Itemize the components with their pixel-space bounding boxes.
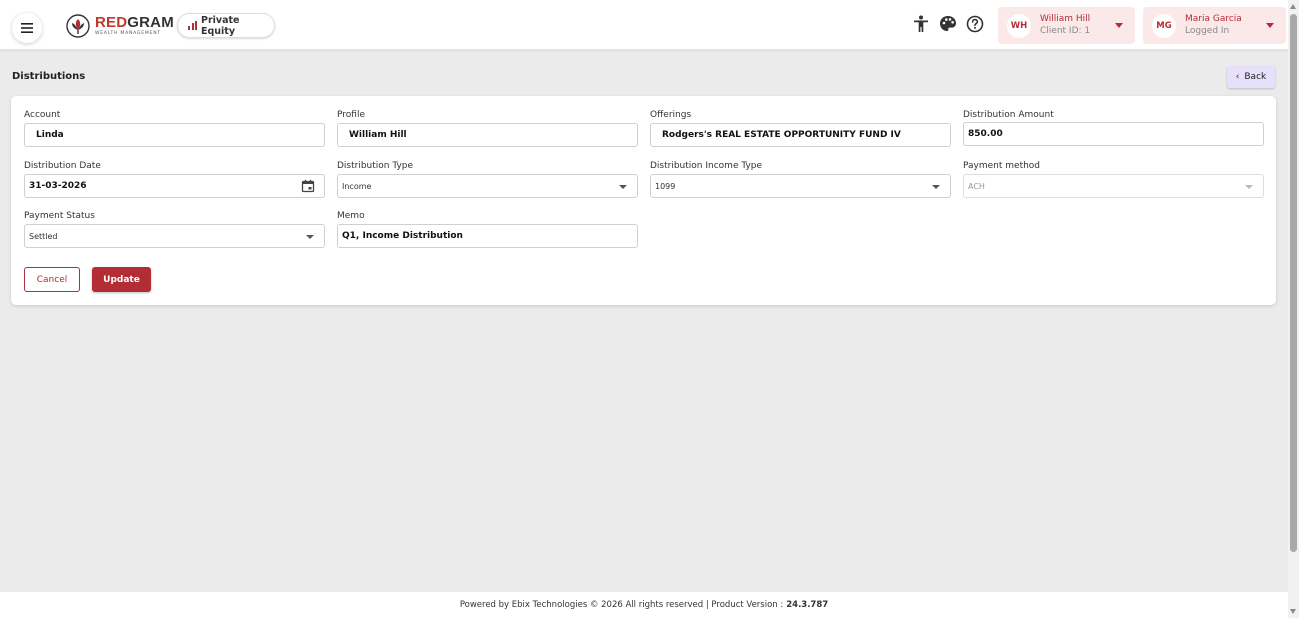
product-version: 24.3.787 bbox=[786, 600, 829, 610]
payment-method-value: ACH bbox=[968, 181, 985, 191]
payment-status-value: Settled bbox=[29, 231, 58, 241]
brand-tagline: WEALTH MANAGEMENT bbox=[95, 31, 161, 37]
user-profile-menu[interactable]: MG Maria Garcia Logged In bbox=[1143, 7, 1286, 44]
caret-down-icon bbox=[1115, 23, 1123, 28]
footer-text: Powered by Ebix Technologies © 2026 All … bbox=[459, 600, 784, 610]
payment-status-select[interactable]: Settled bbox=[24, 224, 325, 248]
client-id: Client ID: 1 bbox=[1040, 25, 1091, 36]
scroll-down-icon[interactable] bbox=[1290, 609, 1296, 614]
page-scrollbar[interactable] bbox=[1288, 0, 1299, 618]
memo-label: Memo bbox=[337, 211, 365, 221]
back-label: Back bbox=[1244, 72, 1267, 82]
memo-field[interactable]: Q1, Income Distribution bbox=[337, 224, 638, 248]
accessibility-icon[interactable] bbox=[911, 14, 931, 34]
help-icon[interactable] bbox=[965, 14, 985, 34]
distribution-income-type-value: 1099 bbox=[655, 181, 676, 191]
user-avatar: MG bbox=[1152, 13, 1176, 38]
redgram-logo-icon bbox=[66, 14, 90, 38]
distribution-amount-label: Distribution Amount bbox=[963, 110, 1054, 120]
hamburger-menu-button[interactable] bbox=[12, 13, 42, 43]
back-button[interactable]: ‹ Back bbox=[1227, 66, 1275, 88]
offerings-field[interactable]: Rodgers's REAL ESTATE OPPORTUNITY FUND I… bbox=[650, 123, 951, 147]
distribution-type-value: Income bbox=[342, 181, 372, 191]
profile-label: Profile bbox=[337, 110, 365, 120]
user-name: Maria Garcia bbox=[1185, 14, 1242, 25]
brand-text: REDGRAM WEALTH MANAGEMENT bbox=[95, 15, 174, 37]
scrollbar-thumb[interactable] bbox=[1290, 14, 1297, 552]
calendar-icon[interactable] bbox=[301, 179, 315, 193]
caret-down-icon bbox=[619, 185, 627, 189]
chevron-left-icon: ‹ bbox=[1235, 72, 1240, 82]
distribution-date-label: Distribution Date bbox=[24, 161, 101, 171]
module-label: Private Equity bbox=[201, 14, 240, 37]
palette-icon[interactable] bbox=[938, 14, 958, 34]
payment-method-label: Payment method bbox=[963, 161, 1041, 171]
user-status: Logged In bbox=[1185, 25, 1230, 36]
payment-status-label: Payment Status bbox=[24, 211, 95, 221]
distribution-date-field[interactable]: 31-03-2026 bbox=[24, 174, 325, 198]
offerings-label: Offerings bbox=[650, 110, 692, 120]
top-header: REDGRAM WEALTH MANAGEMENT Private Equity… bbox=[0, 0, 1288, 50]
payment-method-select[interactable]: ACH bbox=[963, 174, 1264, 198]
brand-name-rest: GRAM bbox=[127, 14, 174, 32]
distribution-type-select[interactable]: Income bbox=[337, 174, 638, 198]
client-name: William Hill bbox=[1040, 14, 1091, 25]
caret-down-icon bbox=[1266, 23, 1274, 28]
page-title: Distributions bbox=[12, 71, 86, 82]
profile-field[interactable]: William Hill bbox=[337, 123, 638, 147]
footer: Powered by Ebix Technologies © 2026 All … bbox=[0, 592, 1288, 618]
distribution-income-type-label: Distribution Income Type bbox=[650, 161, 763, 171]
brand-logo[interactable]: REDGRAM WEALTH MANAGEMENT bbox=[66, 10, 174, 42]
distribution-form-card: Account Linda Profile William Hill Offer… bbox=[11, 96, 1276, 305]
distribution-date-value: 31-03-2026 bbox=[29, 181, 87, 191]
menu-icon bbox=[21, 23, 33, 33]
caret-down-icon bbox=[1245, 185, 1253, 189]
client-info: William Hill Client ID: 1 bbox=[1040, 14, 1090, 37]
cancel-button[interactable]: Cancel bbox=[24, 267, 80, 292]
user-info: Maria Garcia Logged In bbox=[1185, 14, 1242, 37]
distribution-income-type-select[interactable]: 1099 bbox=[650, 174, 951, 198]
distribution-type-label: Distribution Type bbox=[337, 161, 414, 171]
update-button[interactable]: Update bbox=[92, 267, 151, 292]
distribution-amount-field[interactable]: 850.00 bbox=[963, 122, 1264, 146]
scroll-up-icon[interactable] bbox=[1290, 4, 1296, 9]
client-selector[interactable]: WH William Hill Client ID: 1 bbox=[998, 7, 1135, 44]
caret-down-icon bbox=[306, 235, 314, 239]
caret-down-icon bbox=[932, 185, 940, 189]
bar-chart-icon bbox=[188, 21, 197, 30]
private-equity-module-button[interactable]: Private Equity bbox=[177, 13, 275, 38]
brand-name-red: RED bbox=[95, 14, 128, 32]
account-field[interactable]: Linda bbox=[24, 123, 325, 147]
client-avatar: WH bbox=[1007, 13, 1031, 38]
brand-name: REDGRAM bbox=[95, 15, 174, 30]
account-label: Account bbox=[24, 110, 61, 120]
